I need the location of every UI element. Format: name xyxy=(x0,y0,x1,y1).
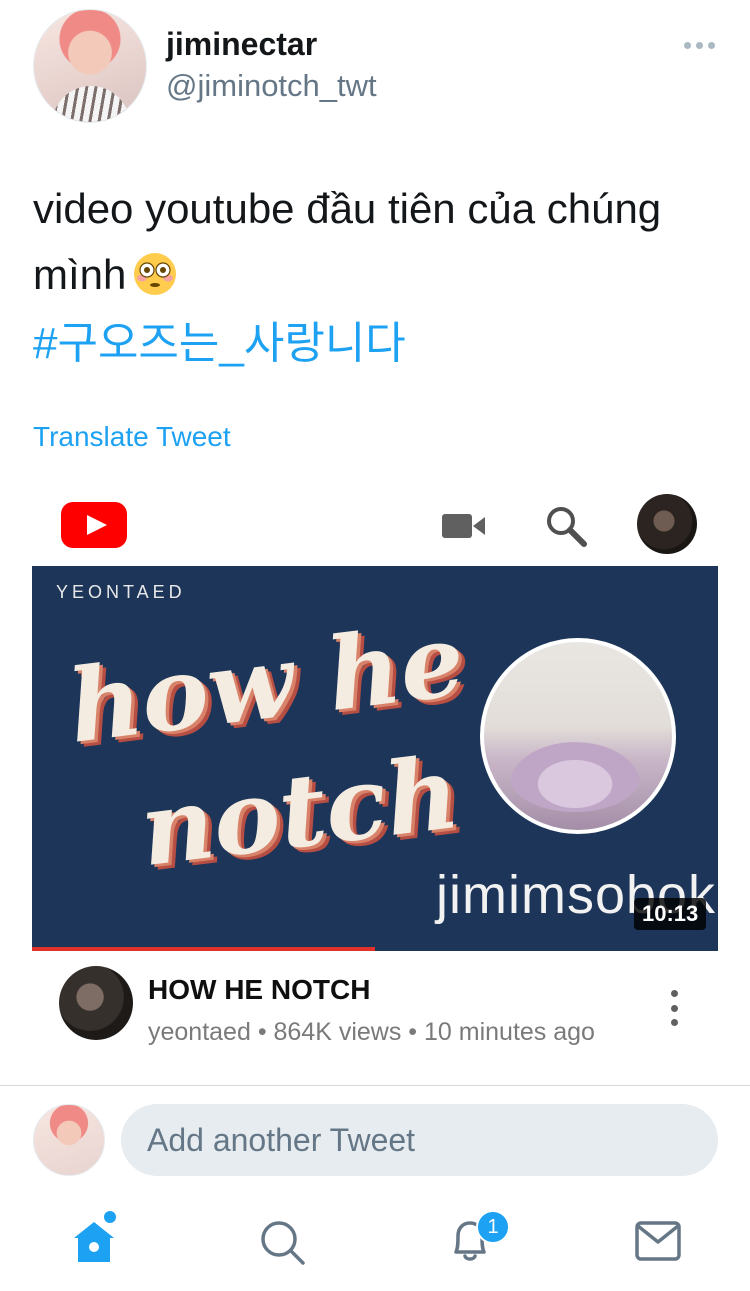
thumbnail-photo-circle xyxy=(480,638,676,834)
video-duration-badge: 10:13 xyxy=(634,898,707,930)
channel-avatar[interactable] xyxy=(59,966,133,1040)
dot xyxy=(684,41,691,49)
search-icon[interactable] xyxy=(258,1218,306,1266)
divider xyxy=(0,1085,750,1086)
more-options-icon[interactable] xyxy=(684,32,716,58)
thumbnail-title-line2: notch xyxy=(133,732,466,890)
tweet-body: video youtube đầu tiên của chúng mình xyxy=(33,185,662,298)
video-title[interactable]: HOW HE NOTCH xyxy=(148,974,370,1006)
thumbnail-channel-label: YEONTAED xyxy=(56,582,186,602)
watch-progress-fill xyxy=(32,947,375,951)
add-tweet-input[interactable]: Add another Tweet xyxy=(121,1104,718,1176)
dot xyxy=(670,990,678,997)
video-meta: yeontaed • 864K views • 10 minutes ago xyxy=(148,1018,595,1046)
tweet-text: video youtube đầu tiên của chúng mình xyxy=(33,176,723,308)
home-unread-dot xyxy=(104,1211,116,1223)
current-user-avatar[interactable] xyxy=(33,1104,105,1176)
search-icon[interactable] xyxy=(544,504,588,548)
youtube-account-avatar[interactable] xyxy=(637,494,697,554)
hashtag-link[interactable]: #구오즈는_사랑니다 xyxy=(33,307,406,371)
home-icon[interactable] xyxy=(70,1218,118,1266)
watch-progress-bar xyxy=(32,947,718,951)
author-avatar[interactable] xyxy=(33,9,147,123)
messages-icon[interactable] xyxy=(634,1220,682,1262)
youtube-logo-icon[interactable] xyxy=(61,502,127,548)
translate-tweet-link[interactable]: Translate Tweet xyxy=(33,421,231,453)
dot xyxy=(708,41,715,49)
dot xyxy=(670,1004,678,1012)
dot xyxy=(696,41,703,49)
flushed-face-emoji-icon xyxy=(134,253,177,295)
author-display-name[interactable]: jiminectar xyxy=(166,26,317,63)
video-camera-icon[interactable] xyxy=(442,512,486,540)
author-handle[interactable]: @jiminotch_twt xyxy=(166,68,377,104)
dot xyxy=(670,1019,678,1026)
video-thumbnail[interactable]: YEONTAED how he notch jimimsobok 10:13 xyxy=(32,566,718,951)
notification-count-badge: 1 xyxy=(476,1210,510,1244)
video-more-icon[interactable] xyxy=(662,990,686,1026)
